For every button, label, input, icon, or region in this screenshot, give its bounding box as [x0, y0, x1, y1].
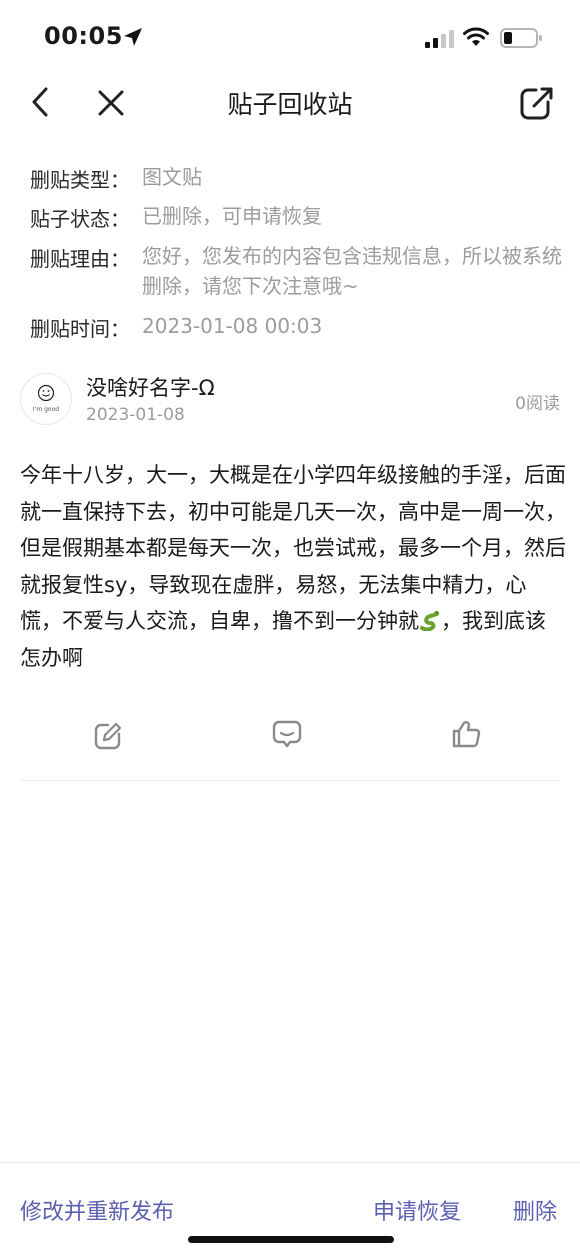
edit-and-repost-button[interactable]: 修改并重新发布 — [20, 1194, 174, 1226]
divider — [20, 780, 560, 781]
snake-emoji — [420, 610, 440, 631]
battery-icon — [500, 28, 542, 48]
read-count: 0阅读 — [515, 394, 560, 414]
page-title: 贴子回收站 — [227, 90, 353, 119]
smiley-face-icon — [37, 384, 55, 402]
edit-icon[interactable] — [92, 720, 124, 752]
delete-button[interactable]: 删除 — [513, 1194, 557, 1226]
like-icon[interactable] — [450, 718, 482, 750]
comment-icon[interactable] — [271, 718, 303, 750]
request-restore-button[interactable]: 申请恢复 — [373, 1194, 461, 1226]
avatar-caption: I'm good — [32, 406, 60, 413]
delete-reason-label: 删贴理由： — [30, 247, 130, 271]
home-indicator — [188, 1236, 394, 1243]
delete-reason-value: 您好，您发布的内容包含违规信息，所以被系统删除，请您下次注意哦~ — [142, 244, 562, 298]
post-status-label: 贴子状态： — [30, 207, 130, 231]
wifi-icon — [463, 27, 489, 46]
signal-icon — [425, 30, 454, 48]
share-icon[interactable] — [518, 84, 556, 122]
delete-time-value: 2023-01-08 00:03 — [142, 314, 323, 338]
post-body-text: 今年十八岁，大一，大概是在小学四年级接触的手淫，后面就一直保持下去，初中可能是几… — [20, 463, 566, 633]
post-status-value: 已删除，可申请恢复 — [142, 204, 322, 228]
status-time: 00:05 — [44, 22, 123, 50]
bottom-bar-divider — [0, 1162, 580, 1163]
author-name[interactable]: 没啥好名字-Ω — [86, 372, 215, 402]
post-date: 2023-01-08 — [86, 405, 185, 425]
avatar[interactable]: I'm good — [20, 373, 72, 425]
delete-type-value: 图文贴 — [142, 165, 202, 189]
location-arrow-icon — [124, 28, 142, 46]
post-body: 今年十八岁，大一，大概是在小学四年级接触的手淫，后面就一直保持下去，初中可能是几… — [20, 457, 566, 676]
delete-type-label: 删贴类型： — [30, 168, 130, 192]
delete-time-label: 删贴时间： — [30, 317, 130, 341]
